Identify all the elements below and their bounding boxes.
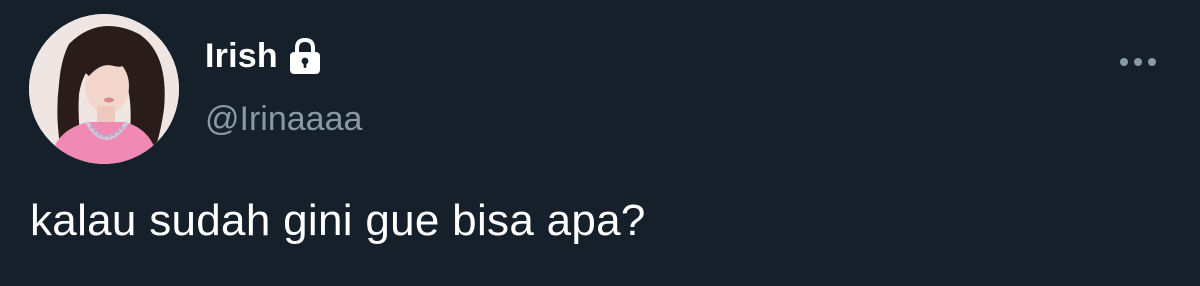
user-handle[interactable]: @Irinaaaa: [205, 100, 362, 139]
lock-icon: [286, 36, 324, 76]
author-name-row[interactable]: Irish: [205, 34, 324, 78]
avatar-photo-icon: [29, 14, 179, 164]
tweet-text: kalau sudah gini gue bisa apa?: [30, 196, 646, 245]
display-name[interactable]: Irish: [205, 37, 278, 76]
tweet-card: Irish @Irinaaaa kalau sudah gini gue bis…: [0, 0, 1200, 286]
avatar[interactable]: [29, 14, 179, 164]
more-options-icon[interactable]: [1116, 52, 1160, 72]
